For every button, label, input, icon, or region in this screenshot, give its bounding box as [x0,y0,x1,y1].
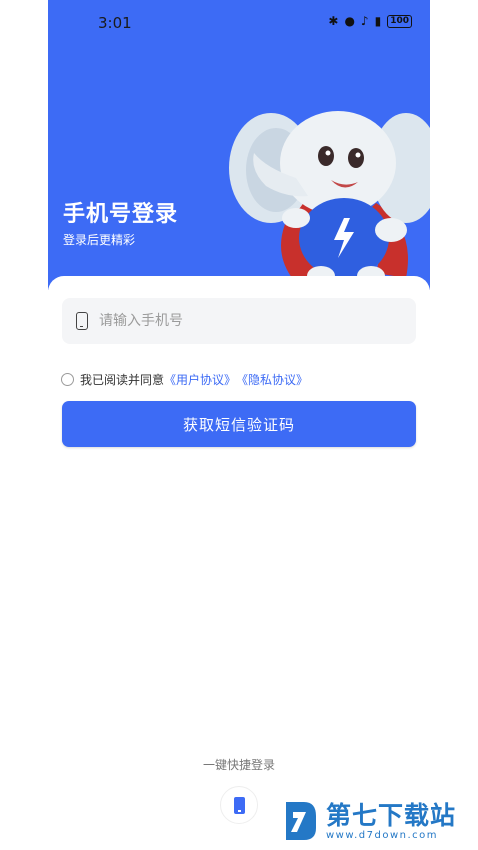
hero-banner: 3:01 ✱ ● ♪ ▮ 100 手机号登录 登录后更精彩 [48,0,430,290]
get-sms-code-button[interactable]: 获取短信验证码 [62,401,416,447]
battery-icon: 100 [387,14,412,28]
status-bar: 3:01 ✱ ● ♪ ▮ 100 [48,0,430,44]
mute-icon: ♪ [360,14,369,28]
status-time: 3:01 [98,14,132,32]
signal-icon: ▮ [374,14,382,28]
agreement-row: 我已阅读并同意 《用户协议》 《隐私协议》 [61,371,308,388]
status-icons: ✱ ● ♪ ▮ 100 [328,14,412,28]
location-icon: ● [344,14,355,28]
quick-login-button[interactable] [220,786,258,824]
watermark-url: www.d7down.com [326,829,439,841]
phone-number-input[interactable] [97,312,401,330]
privacy-policy-link[interactable]: 《隐私协议》 [236,371,308,388]
phone-icon [76,312,88,330]
login-screen: 3:01 ✱ ● ♪ ▮ 100 手机号登录 登录后更精彩 请输入手机号 我已阅… [48,0,430,850]
agreement-text: 我已阅读并同意 [80,373,165,387]
quick-login-label: 一键快捷登录 [202,758,275,772]
phone-number-field[interactable] [62,298,416,344]
elephant-mascot-image [229,111,430,286]
mobile-phone-icon [233,796,245,814]
page-subtitle: 登录后更精彩 [63,233,136,247]
watermark: 第七下载站 www.d7down.com [282,798,456,844]
watermark-logo-icon [286,802,316,840]
agreement-checkbox[interactable] [61,373,74,386]
page-title: 手机号登录 [63,202,179,227]
user-agreement-link[interactable]: 《用户协议》 [164,371,236,388]
watermark-name: 第七下载站 [326,800,457,830]
bluetooth-icon: ✱ [328,14,339,28]
